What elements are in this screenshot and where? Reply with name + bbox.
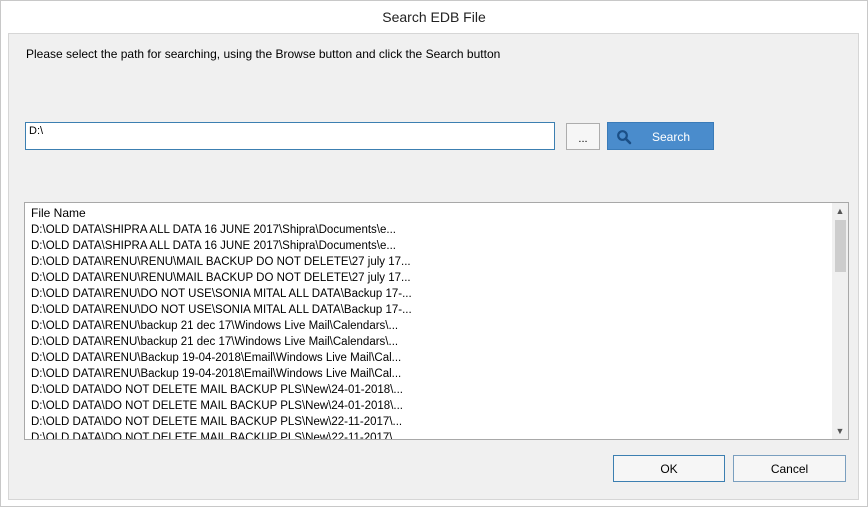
file-list-rows: D:\OLD DATA\SHIPRA ALL DATA 16 JUNE 2017… <box>31 222 412 439</box>
file-list[interactable]: File Name D:\OLD DATA\SHIPRA ALL DATA 16… <box>24 202 849 440</box>
list-item[interactable]: D:\OLD DATA\SHIPRA ALL DATA 16 JUNE 2017… <box>31 238 412 254</box>
list-item[interactable]: D:\OLD DATA\RENU\RENU\MAIL BACKUP DO NOT… <box>31 254 412 270</box>
dialog-title: Search EDB File <box>382 9 486 25</box>
list-item[interactable]: D:\OLD DATA\DO NOT DELETE MAIL BACKUP PL… <box>31 382 412 398</box>
scroll-up-icon[interactable]: ▲ <box>832 203 848 219</box>
path-input[interactable] <box>25 122 555 150</box>
dialog-body: Please select the path for searching, us… <box>8 33 859 500</box>
list-item[interactable]: D:\OLD DATA\RENU\RENU\MAIL BACKUP DO NOT… <box>31 270 412 286</box>
cancel-button[interactable]: Cancel <box>733 455 846 482</box>
list-item[interactable]: D:\OLD DATA\RENU\DO NOT USE\SONIA MITAL … <box>31 286 412 302</box>
search-button[interactable]: Search <box>607 122 714 150</box>
scroll-down-icon[interactable]: ▼ <box>832 423 848 439</box>
scroll-thumb[interactable] <box>835 220 846 272</box>
list-item[interactable]: D:\OLD DATA\RENU\backup 21 dec 17\Window… <box>31 318 412 334</box>
instruction-text: Please select the path for searching, us… <box>26 47 501 61</box>
list-item[interactable]: D:\OLD DATA\RENU\Backup 19-04-2018\Email… <box>31 350 412 366</box>
list-item[interactable]: D:\OLD DATA\DO NOT DELETE MAIL BACKUP PL… <box>31 398 412 414</box>
vertical-scrollbar[interactable]: ▲ ▼ <box>832 203 848 439</box>
search-edb-dialog: Search EDB File Please select the path f… <box>0 0 868 507</box>
ok-button[interactable]: OK <box>613 455 725 482</box>
search-button-label: Search <box>652 130 691 144</box>
list-item[interactable]: D:\OLD DATA\RENU\Backup 19-04-2018\Email… <box>31 366 412 382</box>
browse-button[interactable]: ... <box>566 123 600 150</box>
file-name-column-header: File Name <box>31 206 86 220</box>
list-item[interactable]: D:\OLD DATA\DO NOT DELETE MAIL BACKUP PL… <box>31 430 412 439</box>
list-item[interactable]: D:\OLD DATA\RENU\backup 21 dec 17\Window… <box>31 334 412 350</box>
search-icon <box>617 130 632 145</box>
list-item[interactable]: D:\OLD DATA\SHIPRA ALL DATA 16 JUNE 2017… <box>31 222 412 238</box>
list-item[interactable]: D:\OLD DATA\DO NOT DELETE MAIL BACKUP PL… <box>31 414 412 430</box>
list-item[interactable]: D:\OLD DATA\RENU\DO NOT USE\SONIA MITAL … <box>31 302 412 318</box>
